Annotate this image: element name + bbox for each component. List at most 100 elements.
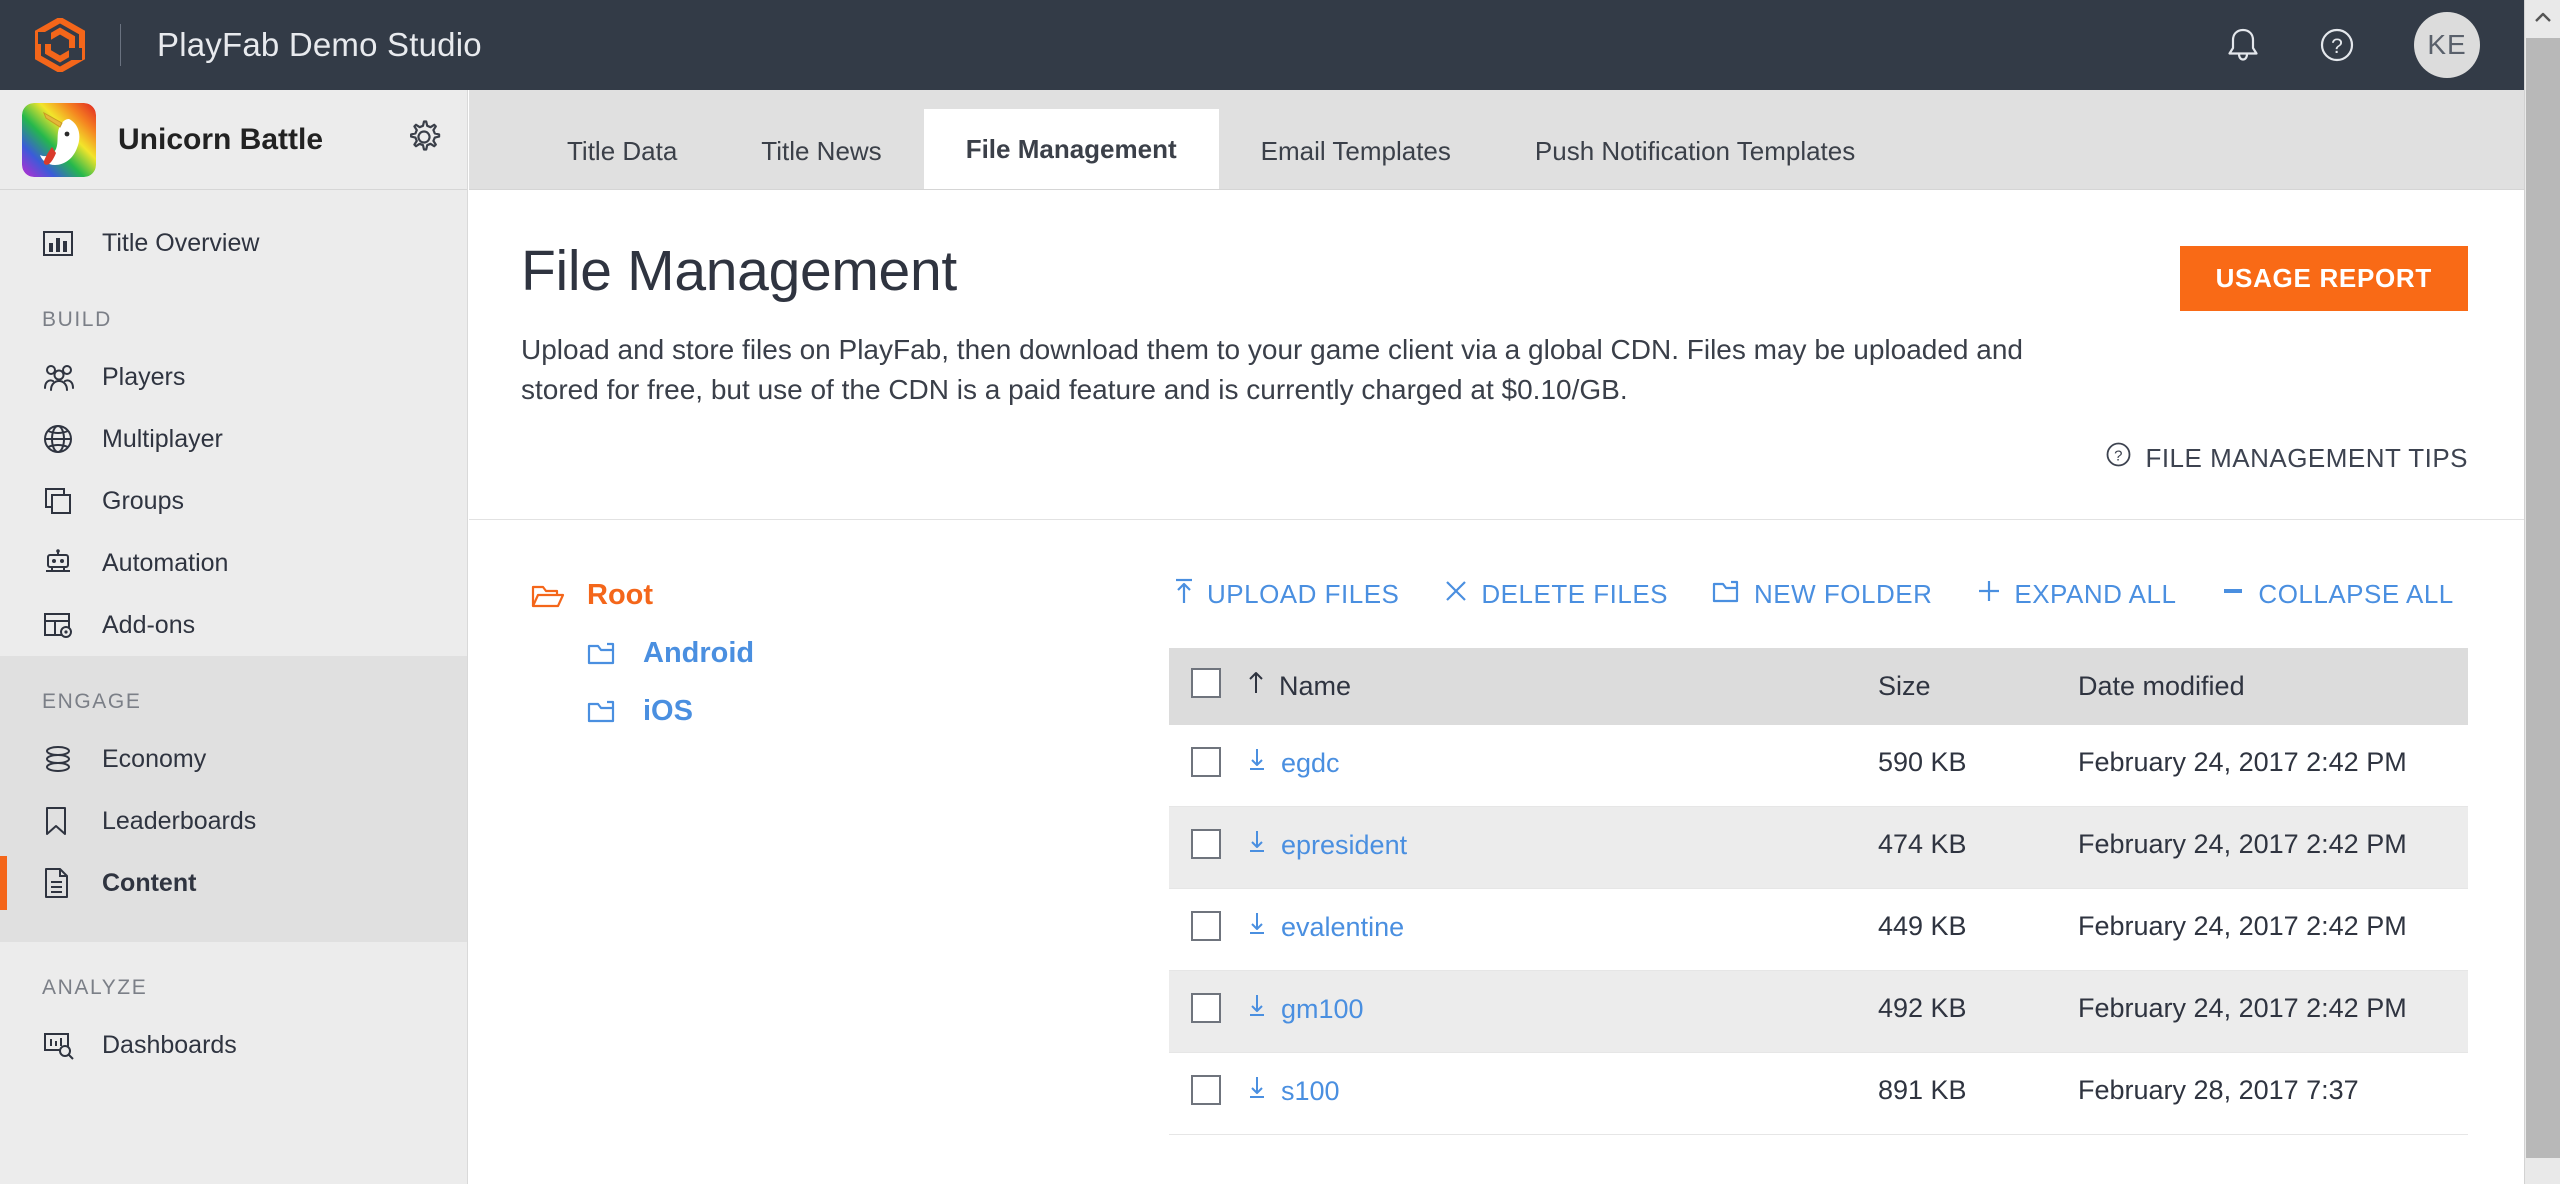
page-header: File Management Upload and store files o… <box>469 190 2524 520</box>
tab-title-data[interactable]: Title Data <box>525 113 719 189</box>
select-all-header <box>1169 648 1247 725</box>
sidebar-section-heading: ANALYZE <box>42 976 148 999</box>
new-folder-button[interactable]: NEW FOLDER <box>1712 578 1932 611</box>
globe-icon <box>42 423 88 455</box>
main-content: Title Data Title News File Management Em… <box>469 90 2524 1184</box>
tips-label: FILE MANAGEMENT TIPS <box>2145 442 2468 473</box>
file-size: 891 KB <box>1878 1052 2078 1135</box>
toolbar-label: DELETE FILES <box>1481 578 1669 609</box>
folder-tree: Root Android iOS <box>469 566 1169 1135</box>
tab-file-management[interactable]: File Management <box>923 109 1219 189</box>
file-link[interactable]: egdc <box>1247 747 1878 780</box>
delete-files-button[interactable]: DELETE FILES <box>1443 578 1668 611</box>
robot-icon <box>42 548 88 578</box>
addons-grid-icon <box>42 610 88 640</box>
sidebar-item-economy[interactable]: Economy <box>0 728 467 790</box>
tab-email-templates[interactable]: Email Templates <box>1219 113 1493 189</box>
file-size: 590 KB <box>1878 725 2078 807</box>
collapse-all-button[interactable]: COLLAPSE ALL <box>2220 578 2453 611</box>
avatar[interactable]: KE <box>2414 12 2480 78</box>
file-date-modified: February 24, 2017 2:42 PM <box>2078 888 2468 971</box>
minus-icon <box>2220 578 2246 611</box>
file-name: egdc <box>1281 748 1340 778</box>
tree-node-ios[interactable]: iOS <box>531 682 1169 740</box>
svg-text:?: ? <box>2115 448 2124 465</box>
tree-node-label: Android <box>643 636 755 669</box>
file-toolbar: UPLOAD FILES DELETE FILES NEW FOLDER EXP… <box>1169 566 2468 622</box>
expand-all-button[interactable]: EXPAND ALL <box>1976 578 2176 611</box>
sidebar-item-groups[interactable]: Groups <box>0 470 467 532</box>
file-link[interactable]: evalentine <box>1247 911 1878 944</box>
page-scrollbar[interactable] <box>2524 0 2560 1184</box>
table-row[interactable]: epresident 474 KB February 24, 2017 2:42… <box>1169 806 2468 889</box>
upload-files-button[interactable]: UPLOAD FILES <box>1173 577 1399 612</box>
files-table-body: egdc 590 KB February 24, 2017 2:42 PM ep… <box>1169 725 2468 1135</box>
playfab-hexagon-logo[interactable] <box>0 18 120 72</box>
tree-node-android[interactable]: Android <box>531 624 1169 682</box>
sidebar-item-add-ons[interactable]: Add-ons <box>0 594 467 656</box>
unicorn-battle-thumbnail <box>22 102 96 177</box>
row-checkbox[interactable] <box>1191 1075 1221 1105</box>
sidebar-item-leaderboards[interactable]: Leaderboards <box>0 790 467 852</box>
sidebar-item-label: Economy <box>102 744 207 773</box>
gear-icon[interactable] <box>405 118 443 161</box>
toolbar-label: UPLOAD FILES <box>1207 578 1400 609</box>
sidebar-item-automation[interactable]: Automation <box>0 532 467 594</box>
bell-icon[interactable] <box>2226 26 2260 64</box>
row-checkbox[interactable] <box>1191 747 1221 777</box>
download-arrow-icon <box>1247 1075 1267 1108</box>
file-management-tips-link[interactable]: ? FILE MANAGEMENT TIPS <box>2105 441 2468 475</box>
column-header-name[interactable]: Name <box>1247 648 1878 725</box>
table-row[interactable]: egdc 590 KB February 24, 2017 2:42 PM <box>1169 725 2468 807</box>
stacked-squares-icon <box>42 485 88 517</box>
sidebar-item-multiplayer[interactable]: Multiplayer <box>0 408 467 470</box>
folder-closed-icon <box>587 640 631 666</box>
column-header-size[interactable]: Size <box>1878 648 2078 725</box>
sidebar-item-dashboards[interactable]: Dashboards <box>0 1014 467 1076</box>
coins-stack-icon <box>42 744 88 774</box>
sidebar-section-heading: BUILD <box>42 308 112 331</box>
column-label: Name <box>1279 671 1352 701</box>
svg-text:?: ? <box>2331 35 2343 58</box>
row-checkbox[interactable] <box>1191 829 1221 859</box>
help-circle-icon[interactable]: ? <box>2318 26 2356 64</box>
sidebar-item-label: Players <box>102 362 186 391</box>
sidebar-section-engage: ENGAGE Economy Leaderboards Content <box>0 656 467 942</box>
column-header-date-modified[interactable]: Date modified <box>2078 648 2468 725</box>
sidebar-item-content[interactable]: Content <box>0 852 467 914</box>
sidebar-item-label: Automation <box>102 548 229 577</box>
table-row[interactable]: evalentine 449 KB February 24, 2017 2:42… <box>1169 888 2468 971</box>
toolbar-label: COLLAPSE ALL <box>2258 578 2454 609</box>
file-size: 474 KB <box>1878 806 2078 889</box>
toolbar-label: NEW FOLDER <box>1754 578 1933 609</box>
file-name: evalentine <box>1281 912 1405 942</box>
table-row[interactable]: gm100 492 KB February 24, 2017 2:42 PM <box>1169 970 2468 1053</box>
select-all-checkbox[interactable] <box>1191 668 1221 698</box>
new-folder-icon <box>1712 578 1742 611</box>
sidebar-item-players[interactable]: Players <box>0 346 467 408</box>
row-checkbox[interactable] <box>1191 993 1221 1023</box>
row-checkbox[interactable] <box>1191 911 1221 941</box>
sidebar: Unicorn Battle Title Overview BUILD Play… <box>0 90 468 1184</box>
tab-push-notification-templates[interactable]: Push Notification Templates <box>1493 113 1897 189</box>
tab-title-news[interactable]: Title News <box>719 113 923 189</box>
table-header-row: Name Size Date modified <box>1169 648 2468 725</box>
title-card: Unicorn Battle <box>0 90 467 190</box>
file-link[interactable]: gm100 <box>1247 993 1878 1026</box>
file-link[interactable]: epresident <box>1247 829 1878 862</box>
scrollbar-thumb[interactable] <box>2526 38 2560 1158</box>
sidebar-item-label: Dashboards <box>102 1030 237 1059</box>
sidebar-item-label: Add-ons <box>102 610 196 639</box>
toolbar-label: EXPAND ALL <box>2014 578 2177 609</box>
file-date-modified: February 24, 2017 2:42 PM <box>2078 970 2468 1053</box>
chevron-up-icon[interactable] <box>2525 0 2560 36</box>
file-link[interactable]: s100 <box>1247 1075 1878 1108</box>
sidebar-item-title-overview[interactable]: Title Overview <box>0 212 467 274</box>
sidebar-item-label: Content <box>102 868 197 897</box>
table-row[interactable]: s100 891 KB February 28, 2017 7:37 <box>1169 1052 2468 1135</box>
plus-icon <box>1976 578 2002 611</box>
tree-node-root[interactable]: Root <box>531 566 1169 624</box>
file-name: s100 <box>1281 1076 1340 1106</box>
usage-report-button[interactable]: USAGE REPORT <box>2179 246 2468 311</box>
tree-node-label: Root <box>587 578 654 611</box>
